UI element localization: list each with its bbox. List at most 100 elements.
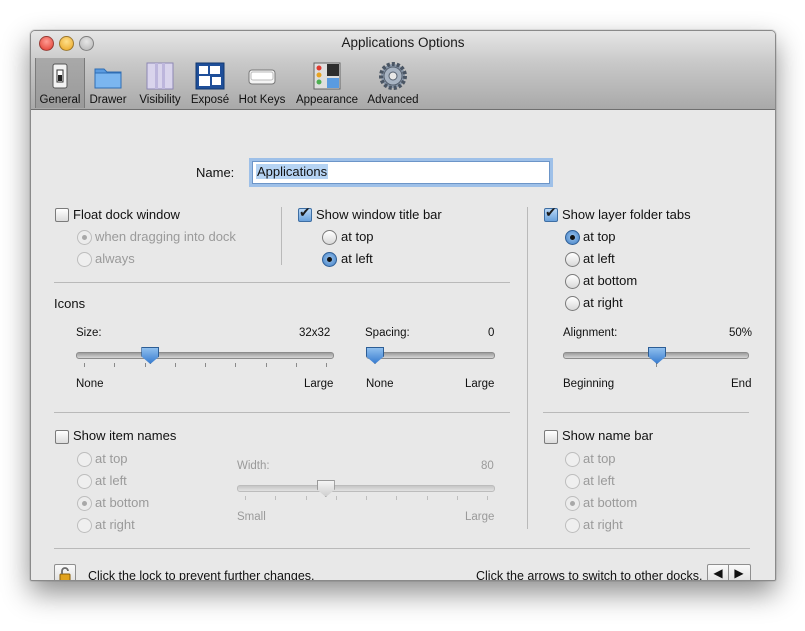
name-bar-option-radio[interactable] (565, 496, 580, 511)
slider-tick (205, 363, 206, 367)
item-names-option-radio[interactable] (77, 452, 92, 467)
arrows-hint-text: Click the arrows to switch to other dock… (476, 569, 703, 581)
tab-label: Drawer (89, 94, 127, 106)
alignment-label: Alignment: (563, 327, 618, 339)
slider-tick (296, 363, 297, 367)
unlocked-padlock-icon (59, 567, 71, 580)
item-names-label: Show item names (73, 428, 177, 443)
slider-tick (145, 363, 146, 367)
item-names-checkbox[interactable] (55, 430, 69, 444)
title-bar-option-radio[interactable] (322, 252, 337, 267)
slider-tick (326, 363, 327, 367)
tab-advanced[interactable]: Advanced (365, 58, 421, 108)
name-bar-option-radio[interactable] (565, 474, 580, 489)
item-names-option-radio[interactable] (77, 474, 92, 489)
item-names-option-radio[interactable] (77, 496, 92, 511)
layer-tabs-option-radio[interactable] (565, 252, 580, 267)
tab-appearance[interactable]: Appearance (293, 58, 361, 108)
spacing-slider[interactable] (366, 352, 495, 359)
folder-icon (94, 68, 122, 89)
slider-tick (306, 496, 307, 500)
slider-tick (235, 363, 236, 367)
tab-general[interactable]: General (35, 58, 85, 108)
float-dock-option-radio[interactable] (77, 230, 92, 245)
alignment-slider-thumb[interactable] (648, 347, 666, 364)
width-value: 80 (481, 460, 494, 472)
options-window: Applications Options General Drawer Visi… (30, 30, 776, 581)
lock-button[interactable] (54, 564, 76, 580)
name-bar-option-label: at top (583, 451, 616, 466)
tab-label: Hot Keys (238, 94, 286, 106)
tab-label: Appearance (295, 94, 359, 106)
name-bar-checkbox[interactable] (544, 430, 558, 444)
title-bar-option-label: at left (341, 251, 373, 266)
spacing-min-label: None (366, 378, 394, 390)
layer-tabs-checkbox[interactable] (544, 205, 558, 222)
size-max-label: Large (304, 378, 334, 390)
general-pane: Name: Applications Float dock window whe… (31, 110, 775, 580)
appearance-icon (313, 62, 341, 90)
title-bar-option-radio[interactable] (322, 230, 337, 245)
tab-expose[interactable]: Exposé (188, 58, 232, 108)
name-input[interactable]: Applications (252, 161, 550, 184)
layer-tabs-option-radio[interactable] (565, 274, 580, 289)
tab-label: General (39, 94, 81, 106)
previous-dock-button[interactable]: ◀ (708, 566, 728, 580)
slider-tick (336, 496, 337, 500)
slider-tick (275, 496, 276, 500)
next-dock-button[interactable]: ▶ (729, 566, 749, 580)
slider-tick (487, 496, 488, 500)
name-bar-option-label: at bottom (583, 495, 638, 510)
column-divider (281, 207, 282, 265)
name-input-value: Applications (256, 164, 329, 179)
float-dock-option-label: always (95, 251, 135, 266)
tab-label: Advanced (367, 94, 419, 106)
slider-tick (245, 496, 246, 500)
tab-drawer[interactable]: Drawer (86, 58, 130, 108)
float-dock-option-radio[interactable] (77, 252, 92, 267)
icons-heading: Icons (54, 296, 86, 311)
visibility-icon (146, 62, 174, 90)
size-slider-thumb[interactable] (141, 347, 160, 364)
size-value: 32x32 (299, 327, 331, 339)
width-label: Width: (237, 460, 270, 472)
slider-tick (266, 363, 267, 367)
layer-tabs-option-label: at left (583, 251, 615, 266)
slider-tick (84, 363, 85, 367)
lock-hint-text: Click the lock to prevent further change… (88, 569, 315, 581)
name-bar-label: Show name bar (562, 428, 654, 443)
alignment-max-label: End (731, 378, 752, 390)
keyboard-key-icon (248, 69, 276, 85)
name-bar-option-radio[interactable] (565, 452, 580, 467)
name-bar-option-label: at right (583, 517, 623, 532)
width-slider-thumb[interactable] (316, 480, 335, 497)
layer-tabs-option-label: at right (583, 295, 623, 310)
width-min-label: Small (237, 511, 266, 523)
slider-tick (175, 363, 176, 367)
name-bar-option-radio[interactable] (565, 518, 580, 533)
width-slider[interactable] (237, 485, 495, 492)
column-divider (527, 207, 528, 529)
tab-visibility[interactable]: Visibility (134, 58, 186, 108)
item-names-option-radio[interactable] (77, 518, 92, 533)
item-names-option-label: at left (95, 473, 127, 488)
slider-tick (114, 363, 115, 367)
spacing-label: Spacing: (365, 327, 410, 339)
layer-tabs-label: Show layer folder tabs (562, 207, 691, 222)
switch-icon (52, 63, 68, 89)
alignment-value: 50% (729, 327, 753, 339)
slider-tick (366, 496, 367, 500)
layer-tabs-option-radio[interactable] (565, 230, 580, 245)
name-bar-option-label: at left (583, 473, 615, 488)
layer-tabs-option-radio[interactable] (565, 296, 580, 311)
title-bar-checkbox[interactable] (298, 205, 312, 222)
float-dock-checkbox[interactable] (55, 208, 69, 222)
footer-divider (54, 548, 750, 549)
tab-hot-keys[interactable]: Hot Keys (236, 58, 288, 108)
alignment-min-label: Beginning (563, 378, 615, 390)
float-dock-option-label: when dragging into dock (95, 229, 236, 244)
slider-tick (457, 496, 458, 500)
spacing-slider-thumb[interactable] (366, 347, 384, 364)
window-title: Applications Options (341, 35, 465, 50)
size-slider[interactable] (76, 352, 334, 359)
